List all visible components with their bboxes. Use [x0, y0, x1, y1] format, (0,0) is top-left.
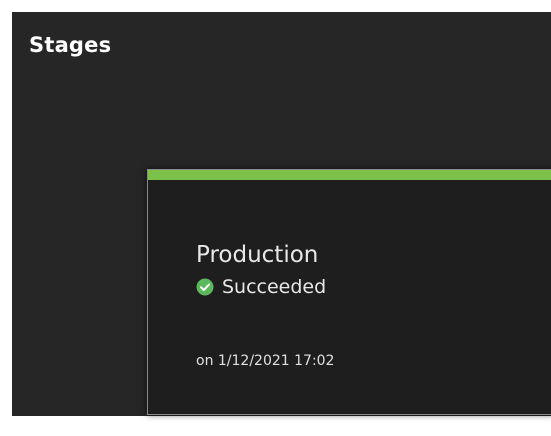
panel-title: Stages	[29, 33, 112, 57]
stage-status-accent-bar	[148, 170, 551, 180]
stage-card-production[interactable]: Production Succeeded on 1/12/2021 17:02	[147, 169, 551, 415]
check-circle-icon	[196, 278, 214, 296]
stage-status: Succeeded	[196, 276, 326, 298]
status-label: Succeeded	[222, 276, 327, 298]
stage-timestamp: on 1/12/2021 17:02	[196, 353, 335, 369]
stage-name[interactable]: Production	[196, 242, 318, 268]
stages-panel: Stages Production Succeeded on 1/12/2021…	[12, 12, 551, 416]
